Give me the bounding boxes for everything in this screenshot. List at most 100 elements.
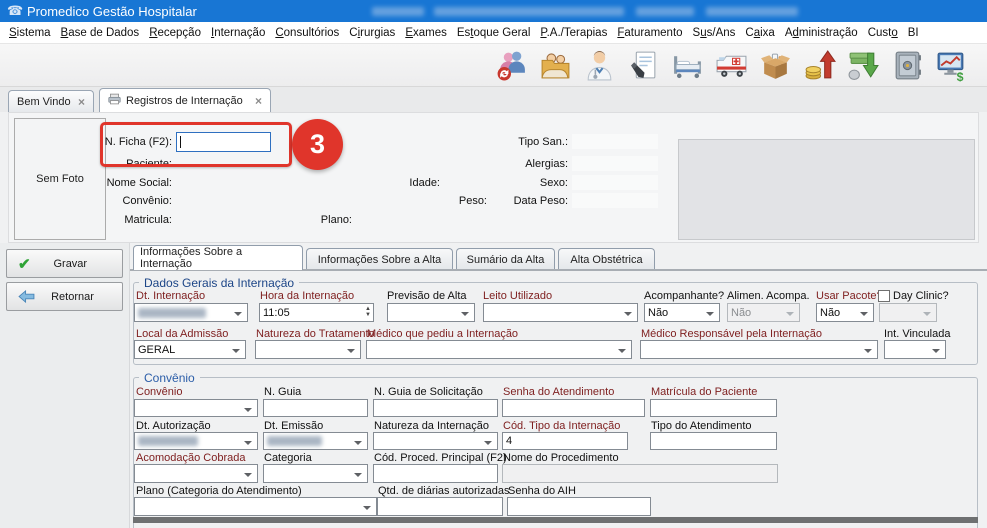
dt-autorizacao-combo[interactable] bbox=[134, 432, 258, 450]
alergias-label: Alergias: bbox=[525, 158, 568, 170]
redacted-value bbox=[138, 308, 206, 318]
patient-folder-icon[interactable] bbox=[538, 47, 572, 84]
close-icon[interactable]: × bbox=[255, 94, 262, 108]
nome-social-label: Nome Social: bbox=[107, 177, 172, 189]
cod-tipo-internacao-label: Cód. Tipo da Internação bbox=[503, 420, 620, 432]
qtd-diarias-label: Qtd. de diárias autorizadas bbox=[378, 485, 509, 497]
natureza-internacao-combo[interactable] bbox=[373, 432, 498, 450]
alimen-acompa-combo[interactable]: Não bbox=[727, 303, 800, 322]
menu-item-administracao[interactable]: Administração bbox=[780, 22, 863, 44]
retornar-button[interactable]: Retornar bbox=[6, 282, 123, 311]
acomodacao-cobrada-combo[interactable] bbox=[134, 464, 258, 483]
matricula-paciente-input[interactable] bbox=[650, 399, 777, 417]
spin-down-icon[interactable]: ▼ bbox=[365, 313, 371, 318]
plano-categoria-combo[interactable] bbox=[134, 497, 377, 516]
redacted-value bbox=[267, 436, 322, 446]
finance-chart-icon[interactable]: $ bbox=[934, 47, 968, 84]
payment-down-icon[interactable] bbox=[846, 47, 880, 84]
usar-pacote-label: Usar Pacote? bbox=[816, 290, 883, 302]
natureza-tratamento-combo[interactable] bbox=[255, 340, 361, 359]
natureza-internacao-label: Natureza da Internação bbox=[374, 420, 489, 432]
close-icon[interactable]: × bbox=[78, 95, 85, 109]
menu-item-consultorios[interactable]: Consultórios bbox=[270, 22, 344, 44]
convenio-combo[interactable] bbox=[134, 399, 258, 417]
users-sync-icon[interactable] bbox=[494, 47, 528, 84]
menu-item-cirurgias[interactable]: Cirurgias bbox=[344, 22, 400, 44]
printer-icon bbox=[108, 93, 121, 108]
categoria-combo[interactable] bbox=[263, 464, 368, 483]
n-guia-input[interactable] bbox=[263, 399, 368, 417]
section-splitter[interactable] bbox=[133, 517, 978, 523]
cod-proced-principal-input[interactable] bbox=[373, 464, 498, 483]
cod-tipo-internacao-input[interactable]: 4 bbox=[502, 432, 628, 450]
n-guia-solicitacao-input[interactable] bbox=[373, 399, 498, 417]
tipo-atendimento-input[interactable] bbox=[650, 432, 777, 450]
check-icon: ✔ bbox=[18, 255, 31, 273]
matricula-paciente-label: Matrícula do Paciente bbox=[651, 386, 757, 398]
nome-procedimento-label: Nome do Procedimento bbox=[503, 452, 619, 464]
menu-item-recepcao[interactable]: Recepção bbox=[144, 22, 206, 44]
menu-item-internacao[interactable]: Internação bbox=[206, 22, 270, 44]
usar-pacote-combo[interactable]: Não bbox=[816, 303, 874, 322]
convenio-section-title: Convênio bbox=[139, 371, 200, 385]
local-admissao-combo[interactable]: GERAL bbox=[134, 340, 246, 359]
senha-atendimento-input[interactable] bbox=[502, 399, 645, 417]
tab-informacoes-sobre-a-alta[interactable]: Informações Sobre a Alta bbox=[306, 248, 453, 270]
previsao-alta-combo[interactable] bbox=[387, 303, 475, 322]
hospital-bed-icon[interactable] bbox=[670, 47, 704, 84]
menu-item-caixa[interactable]: Caixa bbox=[740, 22, 779, 44]
menu-item-faturamento[interactable]: Faturamento bbox=[612, 22, 687, 44]
menu-item-sus-ans[interactable]: Sus/Ans bbox=[688, 22, 741, 44]
sidebar: ✔ Gravar Retornar bbox=[0, 243, 130, 528]
tab-registros-de-internacao[interactable]: Registros de Internação × bbox=[99, 88, 271, 112]
annotation-highlight-box bbox=[100, 122, 292, 167]
prescription-icon[interactable] bbox=[626, 47, 660, 84]
menu-item-base-de-dados[interactable]: Base de Dados bbox=[56, 22, 145, 44]
stock-box-icon[interactable] bbox=[758, 47, 792, 84]
day-clinic-combo[interactable] bbox=[879, 303, 937, 322]
acompanhante-combo[interactable]: Não bbox=[644, 303, 720, 322]
tab-alta-obstetrica[interactable]: Alta Obstétrica bbox=[558, 248, 655, 270]
hora-internacao-spinner[interactable]: 11:05▲▼ bbox=[259, 303, 374, 322]
menu-item-estoque-geral[interactable]: Estoque Geral bbox=[452, 22, 536, 44]
menu-item-custo[interactable]: Custo bbox=[863, 22, 903, 44]
tab-sumario-da-alta[interactable]: Sumário da Alta bbox=[456, 248, 555, 270]
day-clinic-checkbox[interactable] bbox=[878, 290, 890, 302]
tab-informacoes-sobre-a-internacao[interactable]: Informações Sobre a Internação bbox=[133, 245, 303, 270]
leito-utilizado-label: Leito Utilizado bbox=[483, 290, 552, 302]
dt-internacao-label: Dt. Internação bbox=[136, 290, 205, 302]
revenue-up-icon[interactable] bbox=[802, 47, 836, 84]
hora-internacao-label: Hora da Internação bbox=[260, 290, 354, 302]
peso-label: Peso: bbox=[459, 195, 487, 207]
ambulance-icon[interactable] bbox=[714, 47, 748, 84]
senha-aih-input[interactable] bbox=[507, 497, 651, 516]
leito-utilizado-combo[interactable] bbox=[483, 303, 638, 322]
toolbar: $ bbox=[0, 44, 987, 87]
menu-item-p-a-terapias[interactable]: P.A./Terapias bbox=[535, 22, 612, 44]
int-vinculada-combo[interactable] bbox=[884, 340, 946, 359]
redacted-title-text bbox=[372, 7, 424, 16]
dt-emissao-label: Dt. Emissão bbox=[264, 420, 323, 432]
data-peso-label: Data Peso: bbox=[514, 195, 568, 207]
gravar-button[interactable]: ✔ Gravar bbox=[6, 249, 123, 278]
menu-item-exames[interactable]: Exames bbox=[400, 22, 452, 44]
menu-item-sistema[interactable]: Sistema bbox=[4, 22, 56, 44]
menu-item-bi[interactable]: BI bbox=[903, 22, 924, 44]
sexo-label: Sexo: bbox=[540, 177, 568, 189]
dt-internacao-combo[interactable] bbox=[134, 303, 248, 322]
observations-panel bbox=[678, 139, 975, 240]
medico-pediu-combo[interactable] bbox=[366, 340, 632, 359]
svg-text:$: $ bbox=[956, 70, 963, 82]
cod-proced-principal-label: Cód. Proced. Principal (F2) bbox=[374, 452, 507, 464]
categoria-label: Categoria bbox=[264, 452, 312, 464]
qtd-diarias-input[interactable] bbox=[377, 497, 503, 516]
doctor-icon[interactable] bbox=[582, 47, 616, 84]
safe-icon[interactable] bbox=[890, 47, 924, 84]
no-photo-label: Sem Foto bbox=[36, 173, 84, 185]
dt-emissao-combo[interactable] bbox=[263, 432, 368, 450]
medico-responsavel-combo[interactable] bbox=[640, 340, 878, 359]
tab-bem-vindo[interactable]: Bem Vindo × bbox=[8, 90, 94, 112]
local-admissao-label: Local da Admissão bbox=[136, 328, 228, 340]
dados-gerais-title: Dados Gerais da Internação bbox=[139, 276, 299, 290]
dt-autorizacao-label: Dt. Autorização bbox=[136, 420, 211, 432]
